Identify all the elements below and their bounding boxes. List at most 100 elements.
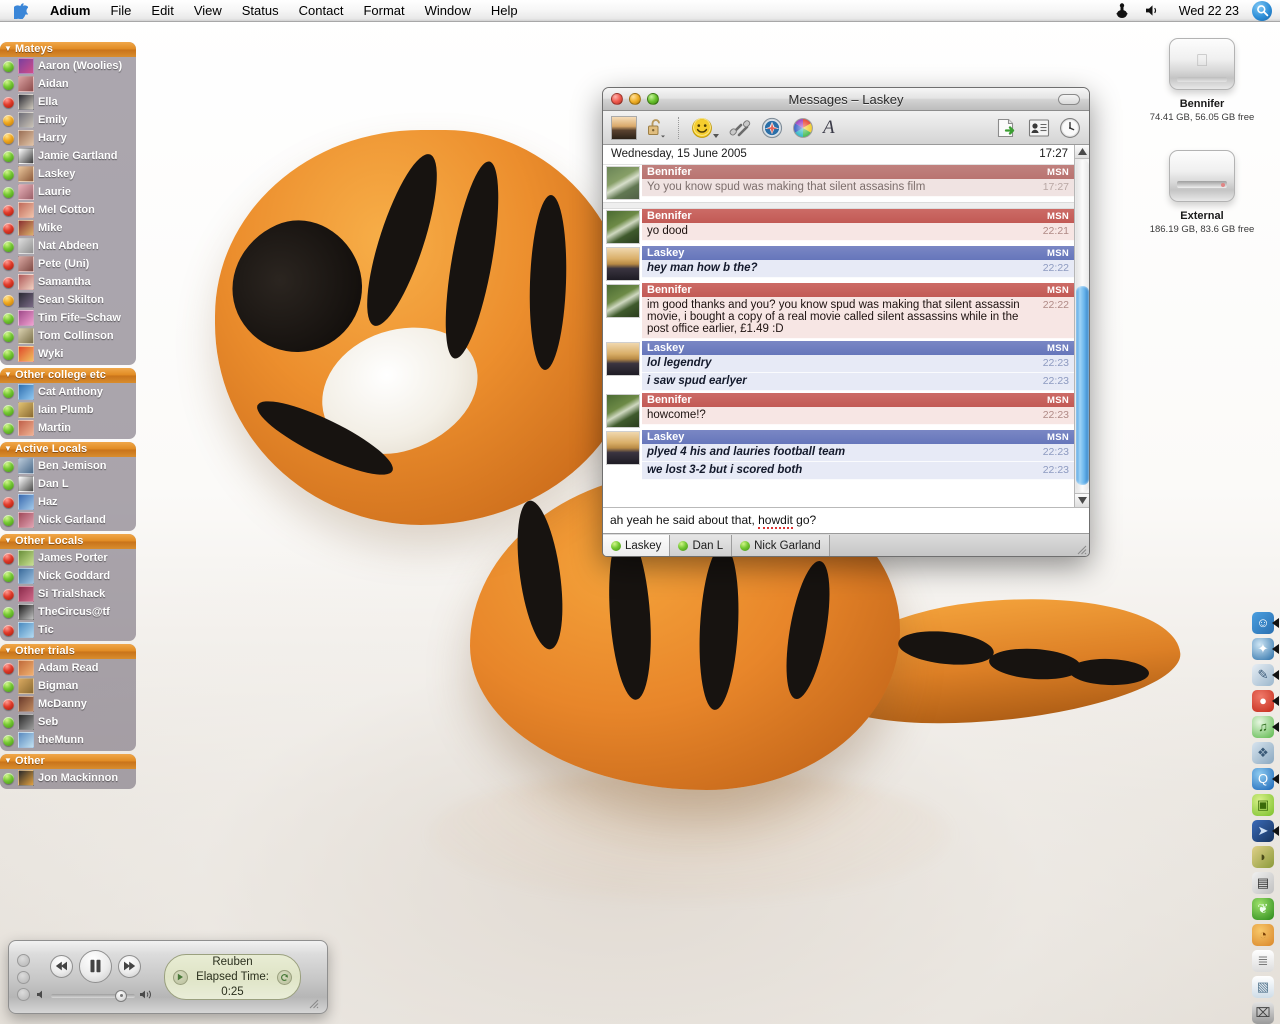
volume-icon[interactable] [1139, 4, 1166, 17]
dock-item[interactable]: ♫ [1248, 714, 1279, 739]
window-resize-grip[interactable] [1075, 542, 1087, 555]
disclosure-triangle-icon[interactable]: ▼ [4, 445, 12, 453]
contact-list-item[interactable]: Martin [0, 419, 136, 437]
menu-item-file[interactable]: File [100, 0, 141, 21]
apple-logo-icon[interactable] [0, 2, 40, 19]
contact-list-item[interactable]: Emily [0, 111, 136, 129]
contact-list-item[interactable]: Tim Fife–Schaw [0, 309, 136, 327]
pause-button[interactable] [78, 949, 112, 983]
contact-list-item[interactable]: TheCircus@tf [0, 603, 136, 621]
menu-item-help[interactable]: Help [481, 0, 528, 21]
dock-item[interactable]: ◔ [1248, 922, 1278, 947]
contact-list-item[interactable]: Sean Skilton [0, 291, 136, 309]
globe-browser-icon[interactable] [761, 117, 783, 139]
minimize-button[interactable] [629, 93, 641, 105]
contact-list-item[interactable]: Laskey [0, 165, 136, 183]
color-wheel-icon[interactable] [792, 117, 814, 139]
spotlight-search-icon[interactable] [1252, 0, 1272, 21]
chat-window[interactable]: Messages – Laskey A Wednesday, 15 June 2… [602, 87, 1090, 557]
contact-group-header[interactable]: ▼ Other Locals [0, 534, 136, 549]
document-stack-icon[interactable]: ≣ [1252, 949, 1274, 972]
dock-item[interactable]: ▤ [1248, 870, 1278, 895]
menu-bar-clock[interactable]: Wed 22 23 [1170, 4, 1248, 18]
dock-item[interactable]: ≣ [1248, 948, 1278, 973]
dock-item[interactable]: ▣ [1248, 792, 1278, 817]
menu-item-contact[interactable]: Contact [289, 0, 354, 21]
volume-slider-track[interactable] [51, 989, 135, 1002]
toolbar-toggle-button[interactable] [1058, 93, 1080, 105]
contact-list-item[interactable]: Dan L [0, 475, 136, 493]
contact-group-header[interactable]: ▼ Other college etc [0, 368, 136, 383]
temperature-monitor-icon[interactable] [1109, 3, 1135, 18]
disclosure-triangle-icon[interactable]: ▼ [4, 537, 12, 545]
play-indicator-icon[interactable] [173, 969, 188, 985]
contact-list-item[interactable]: Adam Read [0, 659, 136, 677]
itunes-close-well[interactable] [17, 953, 30, 967]
contact-list-item[interactable]: Harry [0, 129, 136, 147]
message-input-field[interactable]: ah yeah he said about that, howdit go? [603, 507, 1089, 533]
contact-list-item[interactable]: Jamie Gartland [0, 147, 136, 165]
desktop-icon-external[interactable]: External 186.19 GB, 83.6 GB free [1142, 150, 1262, 235]
scroll-up-arrow-icon[interactable] [1074, 145, 1089, 159]
dock-item[interactable]: ❖ [1248, 740, 1278, 765]
menu-item-view[interactable]: View [184, 0, 232, 21]
contact-group-header[interactable]: ▼ Other [0, 754, 136, 769]
disclosure-triangle-icon[interactable]: ▼ [4, 371, 12, 379]
contact-list-item[interactable]: Laurie [0, 183, 136, 201]
bennifer-bike-avatar[interactable] [606, 166, 640, 200]
chat-window-titlebar[interactable]: Messages – Laskey [603, 88, 1089, 111]
next-track-button[interactable] [117, 954, 141, 978]
laskey-blonde-avatar[interactable] [606, 342, 640, 376]
laskey-blonde-avatar[interactable] [606, 247, 640, 281]
contact-info-icon[interactable] [1028, 118, 1050, 138]
contact-list-item[interactable]: Tom Collinson [0, 327, 136, 345]
itunes-lcd-display[interactable]: Reuben Elapsed Time: 0:25 [164, 954, 301, 1000]
contact-list-item[interactable]: Nick Goddard [0, 567, 136, 585]
contact-list-item[interactable]: Haz [0, 493, 136, 511]
disclosure-triangle-icon[interactable]: ▼ [4, 757, 12, 765]
paperclip-attach-icon[interactable] [728, 117, 752, 139]
itunes-zoom-well[interactable] [17, 987, 30, 1001]
dock-item[interactable]: ✦ [1248, 636, 1279, 661]
dock-item[interactable]: Q [1248, 766, 1279, 791]
contact-group-header[interactable]: ▼ Active Locals [0, 442, 136, 457]
contact-group-header[interactable]: ▼ Other trials [0, 644, 136, 659]
volume-slider-knob[interactable] [115, 989, 127, 1002]
clock-history-icon[interactable] [1059, 117, 1081, 139]
finder-icon[interactable]: ☺ [1252, 611, 1274, 634]
contact-list-item[interactable]: Jon Mackinnon [0, 769, 136, 787]
bennifer-bike-avatar[interactable] [606, 394, 640, 428]
contact-list-item[interactable]: Samantha [0, 273, 136, 291]
contact-list-item[interactable]: Pete (Uni) [0, 255, 136, 273]
contact-list-item[interactable]: Aidan [0, 75, 136, 93]
itunes-minimize-well[interactable] [17, 970, 30, 984]
dock-item[interactable]: ☺ [1248, 610, 1279, 635]
dock-item[interactable]: ● [1248, 688, 1279, 713]
contact-list-item[interactable]: Tic [0, 621, 136, 639]
dock-item[interactable]: ◗ [1248, 844, 1278, 869]
iphoto-icon[interactable]: ❖ [1252, 741, 1274, 764]
contact-list-item[interactable]: Bigman [0, 677, 136, 695]
send-file-icon[interactable] [995, 117, 1019, 139]
contact-list-item[interactable]: Mel Cotton [0, 201, 136, 219]
contact-list-item[interactable]: theMunn [0, 731, 136, 749]
smiley-emoticon-icon[interactable] [691, 117, 719, 139]
contact-list-item[interactable]: Si Trialshack [0, 585, 136, 603]
disclosure-triangle-icon[interactable]: ▼ [4, 45, 12, 53]
itunes-icon[interactable]: ♫ [1252, 715, 1274, 738]
itunes-volume-slider[interactable] [36, 987, 154, 1005]
scrollbar-track[interactable] [1075, 160, 1089, 492]
contact-list-item[interactable]: Mike [0, 219, 136, 237]
close-button[interactable] [611, 93, 623, 105]
scroll-down-arrow-icon[interactable] [1074, 493, 1089, 507]
parrot-icon[interactable]: ◗ [1252, 845, 1274, 868]
scrollbar-thumb[interactable] [1075, 286, 1089, 486]
document-window-icon[interactable]: ▧ [1252, 975, 1274, 998]
quicktime-icon[interactable]: Q [1252, 767, 1274, 790]
chat-scrollbar[interactable] [1074, 145, 1089, 507]
bennifer-bike-avatar[interactable] [606, 284, 640, 318]
contact-list-item[interactable]: Aaron (Woolies) [0, 57, 136, 75]
contact-list-item[interactable]: Ben Jemison [0, 457, 136, 475]
contact-group-header[interactable]: ▼ Mateys [0, 42, 136, 57]
limewire-icon[interactable]: ▣ [1252, 793, 1274, 816]
